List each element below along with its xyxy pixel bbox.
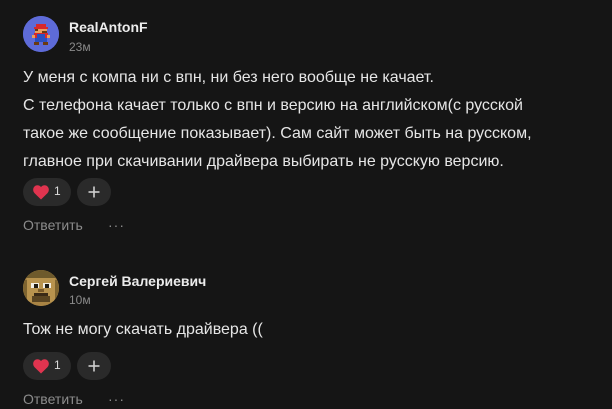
like-count: 1 <box>54 358 61 372</box>
plus-icon <box>88 186 100 198</box>
comment-author[interactable]: RealAntonF <box>69 19 148 35</box>
comment-time: 23м <box>69 40 91 54</box>
reply-button[interactable]: Ответить <box>23 217 83 233</box>
comment-text-line: Тож не могу скачать драйвера (( <box>23 321 263 338</box>
more-icon[interactable]: ··· <box>108 217 125 233</box>
comment-text-line: такое же сообщение показывает). Сам сайт… <box>23 125 532 142</box>
add-reaction-button[interactable] <box>77 352 111 380</box>
heart-icon <box>33 185 49 200</box>
comment-time: 10м <box>69 293 91 307</box>
add-reaction-button[interactable] <box>77 178 111 206</box>
like-count: 1 <box>54 184 61 198</box>
comment-author[interactable]: Сергей Валериевич <box>69 273 206 289</box>
like-button[interactable]: 1 <box>23 352 71 380</box>
plus-icon <box>88 360 100 372</box>
like-button[interactable]: 1 <box>23 178 71 206</box>
comment-text: Тож не могу скачать драйвера (( <box>23 316 598 344</box>
reply-button[interactable]: Ответить <box>23 391 83 407</box>
pixel-face-avatar-icon <box>23 270 59 306</box>
avatar[interactable] <box>23 16 59 52</box>
comment-text-line: С телефона качает только с впн и версию … <box>23 97 523 114</box>
comment-text: У меня с компа ни с впн, ни без него воо… <box>23 64 598 176</box>
comments-feed: RealAntonF 23м У меня с компа ни с впн, … <box>0 0 612 409</box>
more-icon[interactable]: ··· <box>108 391 125 407</box>
mario-avatar-icon <box>23 16 59 52</box>
comment-text-line: У меня с компа ни с впн, ни без него воо… <box>23 69 434 86</box>
comment-text-line: главное при скачивании драйвера выбирать… <box>23 153 504 170</box>
avatar[interactable] <box>23 270 59 306</box>
heart-icon <box>33 359 49 374</box>
